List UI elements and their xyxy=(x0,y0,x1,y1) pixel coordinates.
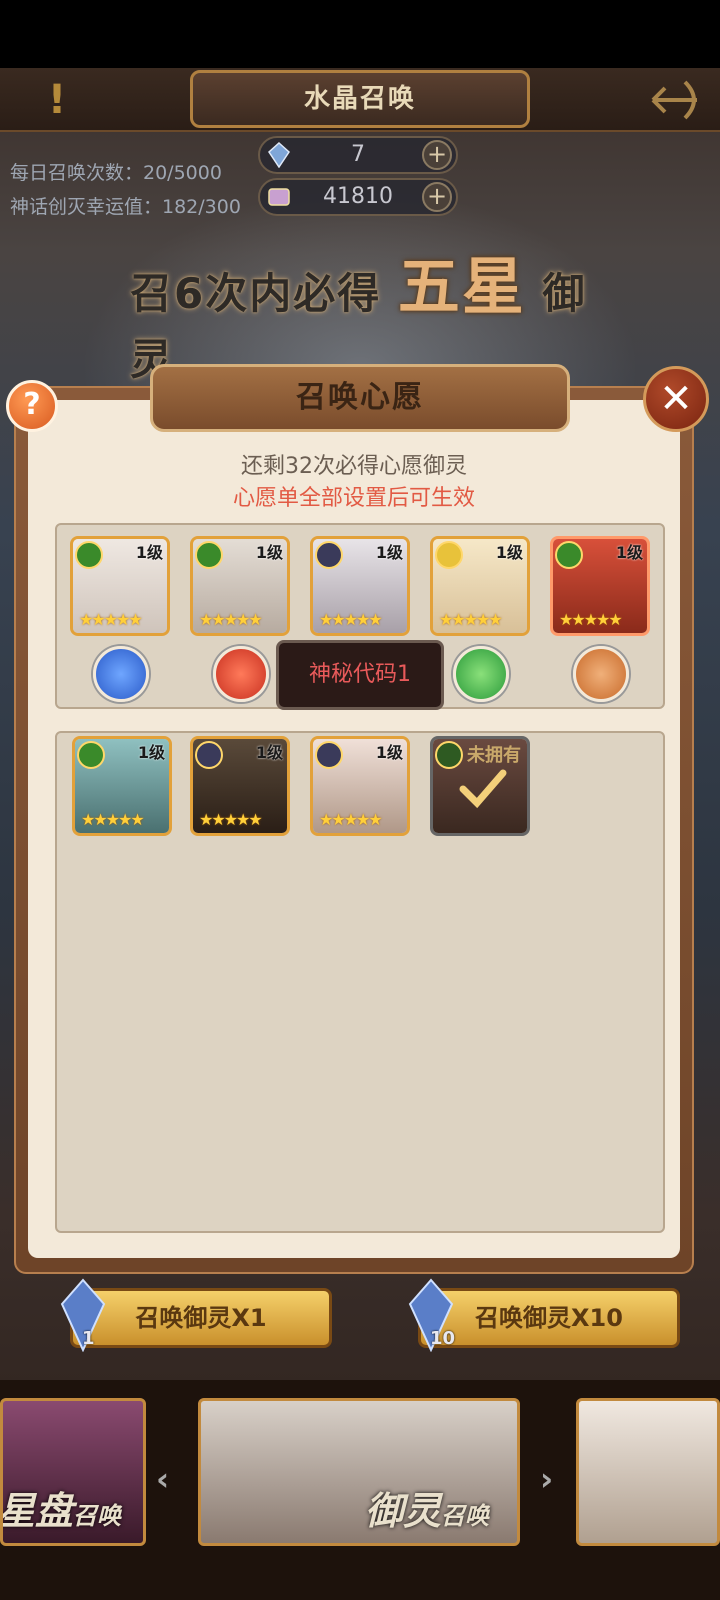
star-rating: ★★★★★ xyxy=(79,610,143,629)
summon-x10-label: 召唤御灵X10 xyxy=(418,1288,680,1348)
guarantee-banner: 召6次内必得 五星 御灵 xyxy=(130,236,630,384)
level-label: 1级 xyxy=(615,543,643,562)
wish-card[interactable]: 1级 ★★★★★ xyxy=(190,536,290,636)
banner-prefix: 召6次内必得 xyxy=(130,269,382,318)
daily-summons-text: 每日召唤次数：20/5000 xyxy=(10,162,222,184)
level-label: 1级 xyxy=(375,543,403,562)
crystal-icon xyxy=(268,142,290,168)
chevron-right-icon[interactable]: › xyxy=(540,1460,553,1498)
star-summon-label: 星盘召唤 xyxy=(0,1480,122,1535)
remaining-summons-text: 还剩32次必得心愿御灵 xyxy=(241,454,467,479)
exclamation-icon[interactable]: ! xyxy=(42,78,72,122)
wind-element-icon xyxy=(195,541,223,569)
shield-icon[interactable] xyxy=(93,646,149,702)
spirit-summon-card[interactable]: 御灵召唤 xyxy=(198,1398,520,1546)
summon-x1-label: 召唤御灵X1 xyxy=(70,1288,332,1348)
add-crystal-button[interactable]: + xyxy=(422,140,452,170)
level-label: 1级 xyxy=(255,543,283,562)
wish-warning-text: 心愿单全部设置后可生效 xyxy=(232,486,475,511)
star-summon-main: 星盘 xyxy=(0,1489,74,1533)
star-rating: ★★★★★ xyxy=(439,610,503,629)
wind-element-icon xyxy=(77,741,105,769)
dark-element-icon xyxy=(315,741,343,769)
light-element-icon xyxy=(435,541,463,569)
star-rating: ★★★★★ xyxy=(319,610,383,629)
chevron-left-icon[interactable]: ‹ xyxy=(156,1460,169,1498)
luck-value-text: 神话创灭幸运值：182/300 xyxy=(10,196,241,218)
heal-icon[interactable] xyxy=(453,646,509,702)
add-shard-button[interactable]: + xyxy=(422,182,452,212)
summon-x10-button[interactable]: 召唤御灵X10 10 xyxy=(388,1278,680,1358)
close-button[interactable]: ✕ xyxy=(643,366,709,432)
star-rating: ★★★★★ xyxy=(81,810,145,829)
summon-x10-cost: 10 xyxy=(430,1328,456,1349)
star-rating: ★★★★★ xyxy=(199,610,263,629)
shard-icon xyxy=(268,188,290,206)
status-bar xyxy=(0,0,720,68)
level-label: 1级 xyxy=(375,743,403,762)
spirit-summon-sub: 召唤 xyxy=(441,1502,490,1530)
support-icon[interactable] xyxy=(573,646,629,702)
summon-x1-cost: 1 xyxy=(82,1328,95,1349)
crystal-count: 7 xyxy=(351,142,365,167)
question-icon[interactable]: ? xyxy=(6,380,58,432)
shard-counter: 41810 + xyxy=(258,178,458,216)
close-icon: ✕ xyxy=(659,376,693,422)
crystal-counter: 7 + xyxy=(258,136,458,174)
level-label: 1级 xyxy=(135,543,163,562)
wish-card[interactable]: 1级 ★★★★★ xyxy=(430,536,530,636)
pool-card[interactable]: 1级 ★★★★★ xyxy=(190,736,290,836)
wish-card[interactable]: 1级 ★★★★★ xyxy=(70,536,170,636)
spirit-summon-main: 御灵 xyxy=(365,1489,442,1533)
page-title: 水晶召唤 xyxy=(190,70,530,128)
wind-element-icon xyxy=(75,541,103,569)
pool-card[interactable]: 1级 ★★★★★ xyxy=(310,736,410,836)
pool-card[interactable]: 1级 ★★★★★ xyxy=(72,736,172,836)
dark-element-icon xyxy=(195,741,223,769)
pool-card-selected[interactable]: 未拥有 xyxy=(430,736,530,836)
level-label: 1级 xyxy=(495,543,523,562)
summon-x1-button[interactable]: 召唤御灵X1 1 xyxy=(40,1278,332,1358)
banner-highlight: 五星 xyxy=(397,250,526,323)
code-tooltip: 神秘代码1 xyxy=(276,640,444,710)
star-summon-card[interactable]: 星盘召唤 xyxy=(0,1398,146,1546)
star-rating: ★★★★★ xyxy=(559,610,623,629)
next-summon-card[interactable] xyxy=(576,1398,720,1546)
modal-title: 召唤心愿 xyxy=(150,364,570,432)
level-label: 1级 xyxy=(255,743,283,762)
checkmark-icon xyxy=(459,769,507,809)
dark-element-icon xyxy=(315,541,343,569)
bow-arrow-icon[interactable] xyxy=(645,78,705,122)
spirit-summon-label: 御灵召唤 xyxy=(365,1480,489,1535)
wind-element-icon xyxy=(555,541,583,569)
wish-card[interactable]: 1级 ★★★★★ xyxy=(310,536,410,636)
shard-count: 41810 xyxy=(323,184,393,209)
star-rating: ★★★★★ xyxy=(319,810,383,829)
wish-card[interactable]: 1级 ★★★★★ xyxy=(550,536,650,636)
sword-icon[interactable] xyxy=(213,646,269,702)
star-summon-sub: 召唤 xyxy=(73,1502,122,1530)
level-label: 1级 xyxy=(137,743,165,762)
star-rating: ★★★★★ xyxy=(199,810,263,829)
